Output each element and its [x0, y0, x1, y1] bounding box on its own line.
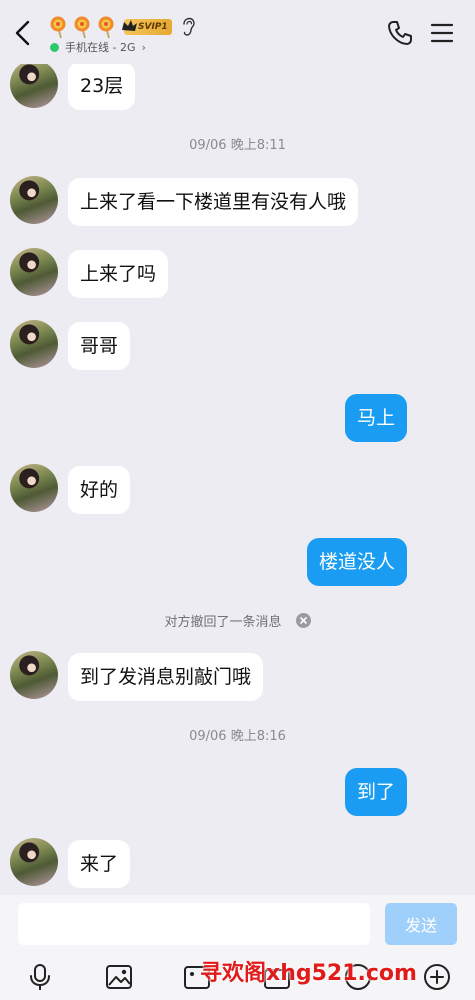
- phone-icon[interactable]: [386, 19, 414, 47]
- microphone-icon[interactable]: [25, 962, 55, 992]
- chevron-right-icon: ›: [141, 40, 146, 54]
- online-dot-icon: [50, 42, 59, 52]
- outgoing-message[interactable]: 马上: [344, 394, 407, 442]
- recall-notice: 对方撤回了一条消息: [0, 611, 475, 630]
- contact-avatar[interactable]: [10, 60, 58, 108]
- contact-avatar[interactable]: [10, 176, 58, 224]
- close-icon[interactable]: [295, 613, 311, 628]
- incoming-message[interactable]: 好的: [68, 466, 131, 514]
- plus-icon[interactable]: [422, 962, 452, 992]
- status-text: 手机在线 - 2G: [65, 41, 136, 54]
- timestamp: 09/06 晚上8:16: [189, 729, 286, 744]
- chat-header: SVIP1 手机在线 - 2G ›: [0, 0, 475, 64]
- incoming-message[interactable]: 上来了看一下楼道里有没有人哦: [68, 178, 359, 226]
- outgoing-message[interactable]: 楼道没人: [306, 538, 407, 586]
- menu-icon[interactable]: [429, 20, 455, 46]
- contact-name[interactable]: SVIP1: [48, 14, 196, 40]
- watermark: 寻欢阁xhg521.com: [200, 961, 417, 986]
- contact-avatar[interactable]: [10, 320, 58, 368]
- contact-avatar[interactable]: [10, 248, 58, 296]
- message-list[interactable]: 23层 09/06 晚上8:11 上来了看一下楼道里有没有人哦 上来了吗 哥哥 …: [0, 0, 475, 895]
- svip-badge[interactable]: SVIP1: [122, 19, 172, 35]
- svip-label: SVIP1: [138, 22, 168, 32]
- ear-icon[interactable]: [180, 17, 196, 37]
- incoming-message[interactable]: 哥哥: [68, 322, 131, 370]
- chevron-left-icon: [15, 20, 30, 46]
- lollipop-icon: [74, 16, 90, 39]
- timestamp: 09/06 晚上8:11: [189, 138, 286, 153]
- send-button[interactable]: 发送: [385, 903, 457, 945]
- contact-avatar[interactable]: [10, 464, 58, 512]
- incoming-message[interactable]: 23层: [68, 62, 136, 110]
- back-button[interactable]: [10, 18, 36, 48]
- incoming-message[interactable]: 来了: [68, 840, 131, 888]
- incoming-message[interactable]: 上来了吗: [68, 250, 169, 298]
- image-icon[interactable]: [104, 962, 134, 992]
- contact-avatar[interactable]: [10, 838, 58, 886]
- recall-text: 对方撤回了一条消息: [164, 615, 282, 630]
- crown-icon: [122, 20, 137, 31]
- lollipop-icon: [98, 16, 114, 39]
- lollipop-icon: [50, 16, 66, 39]
- incoming-message[interactable]: 到了发消息别敲门哦: [68, 653, 264, 701]
- message-input[interactable]: [18, 903, 370, 945]
- outgoing-message[interactable]: 到了: [344, 768, 407, 816]
- online-status[interactable]: 手机在线 - 2G ›: [50, 39, 146, 55]
- contact-avatar[interactable]: [10, 651, 58, 699]
